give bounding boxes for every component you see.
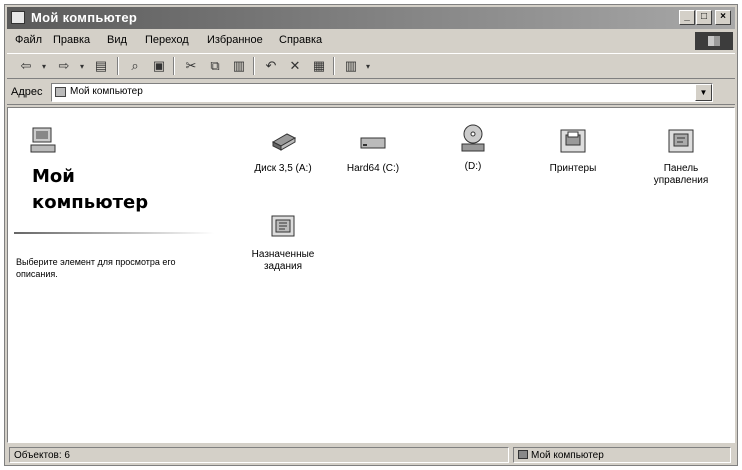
scheduled-tasks-icon [271, 215, 295, 237]
item-scheduled-tasks[interactable]: Назначенные задания [238, 210, 328, 273]
title-bar[interactable]: Мой компьютер _ □ × [7, 7, 735, 29]
toolbar-separator [117, 57, 119, 75]
menu-view[interactable]: Вид [107, 34, 127, 46]
forward-dropdown-icon[interactable]: ▾ [77, 58, 87, 74]
toolbar-separator [173, 57, 175, 75]
control-panel-icon [668, 129, 694, 153]
my-computer-small-icon [518, 450, 528, 459]
item-label: (D:) [464, 161, 482, 172]
item-label: Принтеры [549, 163, 597, 174]
my-computer-small-icon [55, 87, 66, 97]
folders-icon[interactable]: ▣ [149, 58, 169, 74]
undo-icon[interactable]: ↶ [261, 58, 281, 74]
pane-title: Мой компьютер [32, 166, 149, 213]
toolbar-separator [333, 57, 335, 75]
address-input[interactable]: Мой компьютер ▼ [51, 83, 713, 102]
views-icon[interactable]: ▥ [341, 58, 361, 74]
toolbar-separator [253, 57, 255, 75]
properties-icon[interactable]: ▦ [309, 58, 329, 74]
pane-description: Выберите элемент для просмотра его описа… [16, 257, 176, 279]
item-label: Hard64 (C:) [346, 163, 400, 174]
menu-bar: Файл Правка Вид Переход Избранное Справк… [7, 31, 735, 51]
cut-icon[interactable]: ✂ [181, 58, 201, 74]
window-title: Мой компьютер [31, 10, 138, 25]
printers-folder-icon [560, 129, 586, 153]
toolbar: ⇦ ▾ ⇨ ▾ ▤ ⌕ ▣ ✂ ⧉ ▥ ↶ ✕ ▦ ▥ ▾ [7, 53, 735, 79]
minimize-button[interactable]: _ [679, 10, 695, 25]
address-bar: Адрес Мой компьютер ▼ [7, 81, 735, 105]
menu-favorites[interactable]: Избранное [207, 34, 263, 46]
up-folder-icon[interactable]: ▤ [91, 58, 111, 74]
item-label: Назначенные задания [251, 249, 315, 272]
pane-divider [14, 232, 214, 234]
address-value: Мой компьютер [70, 86, 143, 97]
floppy-drive-icon [271, 133, 297, 151]
maximize-button[interactable]: □ [696, 10, 712, 25]
explorer-window: Мой компьютер _ □ × Файл Правка Вид Пере… [4, 4, 738, 466]
menu-file[interactable]: Файл [15, 34, 42, 46]
item-hard-drive[interactable]: Hard64 (C:) [328, 124, 418, 175]
search-icon[interactable]: ⌕ [125, 58, 145, 74]
back-dropdown-icon[interactable]: ▾ [39, 58, 49, 74]
delete-icon[interactable]: ✕ [285, 58, 305, 74]
item-cd-drive[interactable]: (D:) [428, 122, 518, 173]
item-printers[interactable]: Принтеры [528, 124, 618, 175]
menu-help[interactable]: Справка [279, 34, 322, 46]
menu-edit[interactable]: Правка [53, 34, 90, 46]
item-floppy-drive[interactable]: Диск 3,5 (A:) [238, 124, 328, 175]
item-control-panel[interactable]: Панель управления [638, 124, 724, 187]
hard-drive-icon [360, 137, 386, 149]
paste-icon[interactable]: ▥ [229, 58, 249, 74]
address-dropdown-button[interactable]: ▼ [695, 84, 712, 101]
status-location: Мой компьютер [513, 447, 731, 463]
address-label: Адрес [11, 86, 43, 98]
windows-logo-icon [695, 32, 733, 50]
close-button[interactable]: × [715, 10, 731, 25]
forward-icon[interactable]: ⇨ [53, 58, 75, 74]
info-pane: Мой компьютер Выберите элемент для просм… [8, 108, 214, 442]
cd-drive-icon [461, 124, 485, 152]
content-area: Мой компьютер Выберите элемент для просм… [7, 107, 735, 443]
back-icon[interactable]: ⇦ [15, 58, 37, 74]
copy-icon[interactable]: ⧉ [205, 58, 225, 74]
item-label: Диск 3,5 (A:) [254, 163, 312, 174]
views-dropdown-icon[interactable]: ▾ [363, 58, 373, 74]
item-label: Панель управления [653, 163, 709, 186]
status-object-count: Объектов: 6 [9, 447, 509, 463]
status-bar: Объектов: 6 Мой компьютер [7, 445, 735, 465]
my-computer-small-icon [11, 11, 25, 24]
menu-go[interactable]: Переход [145, 34, 189, 46]
my-computer-large-icon [30, 127, 56, 153]
